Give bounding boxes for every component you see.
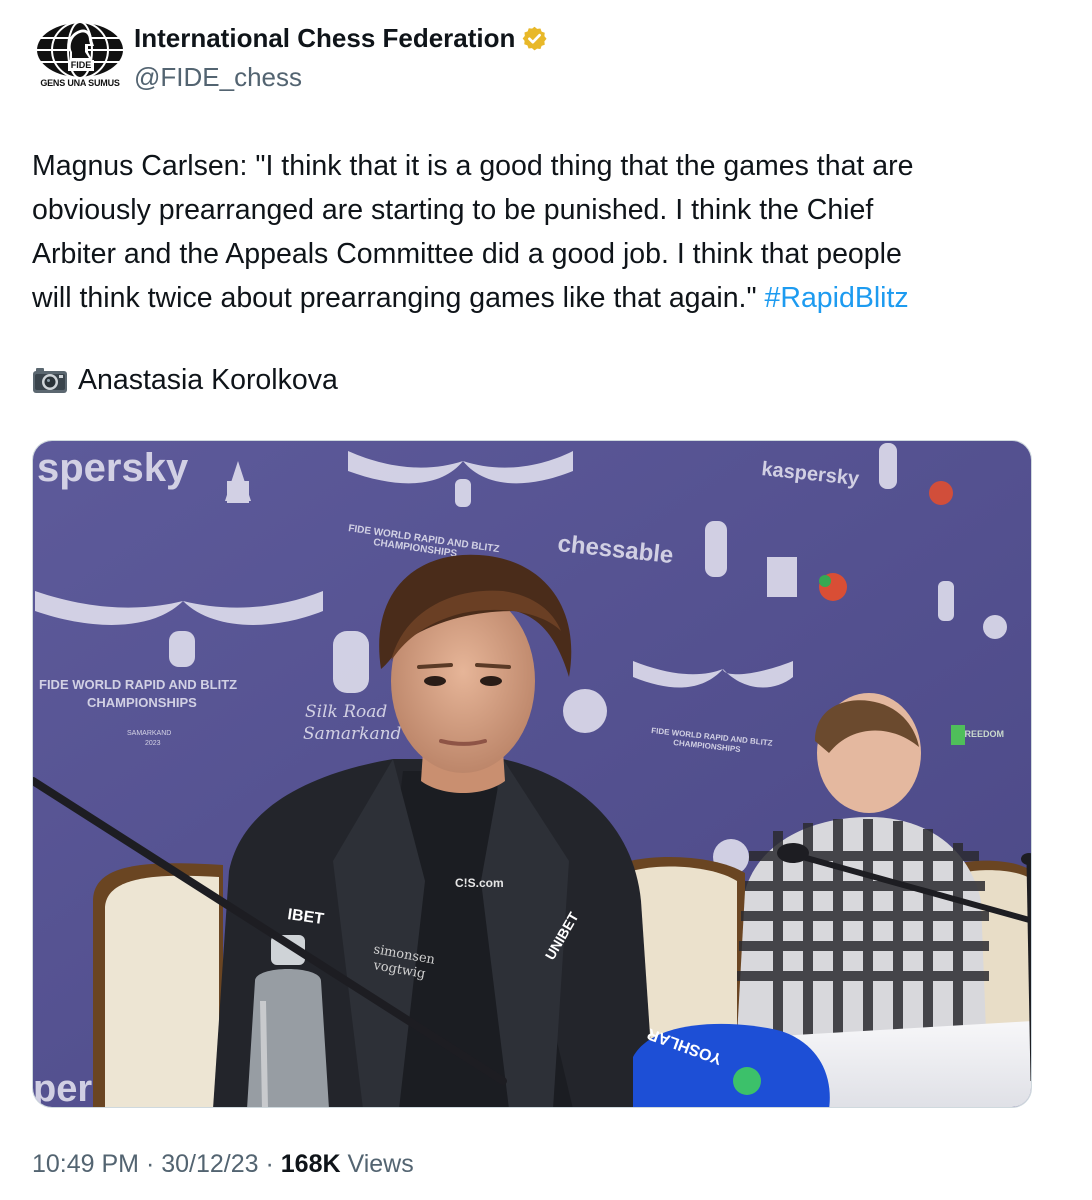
chest-logo: C!S.com [455,876,504,890]
display-name[interactable]: International Chess Federation [134,23,515,54]
meta-separator-2: · [258,1150,281,1178]
tweet-time[interactable]: 10:49 PM [32,1150,139,1178]
tweet-photo[interactable]: spersky kaspersky persk FIDE WORLD RAPID… [32,440,1032,1108]
avatar-motto: GENS UNA SUMUS [40,78,120,88]
venue-text-line2: Samarkand [303,724,402,744]
event-text-year: 2023 [145,740,161,747]
photo-credit-name: Anastasia Korolkova [78,363,338,396]
verified-badge-icon [521,25,548,52]
photo-credit: Anastasia Korolkova [32,358,338,402]
freedom-text: FREEDOM [959,729,1004,739]
venue-text-line1: Silk Road [305,702,387,722]
event-text-city: SAMARKAND [127,730,171,737]
tweet-text: Magnus Carlsen: "I think that it is a go… [32,144,1032,320]
avatar[interactable]: FIDE GENS UNA SUMUS [32,12,128,108]
views-label: Views [340,1150,414,1178]
avatar-logo-text: FIDE [68,60,94,71]
tweet-meta: 10:49 PM · 30/12/23 · 168K Views [32,1150,414,1179]
views-count[interactable]: 168K [281,1150,341,1178]
author-handle[interactable]: @FIDE_chess [134,62,302,93]
tweet-header: FIDE GENS UNA SUMUS International Chess … [32,12,1060,108]
sponsor-text-top-left: spersky [37,446,189,490]
name-row: International Chess Federation [134,20,548,56]
hashtag-link[interactable]: #RapidBlitz [765,282,909,314]
camera-icon [33,368,67,393]
tweet-date[interactable]: 30/12/23 [161,1150,258,1178]
event-text-line1: FIDE WORLD RAPID AND BLITZ [39,677,237,692]
event-text-line2: CHAMPIONSHIPS [87,695,197,710]
press-conference-photo: spersky kaspersky persk FIDE WORLD RAPID… [33,441,1031,1107]
meta-separator-1: · [139,1150,162,1178]
